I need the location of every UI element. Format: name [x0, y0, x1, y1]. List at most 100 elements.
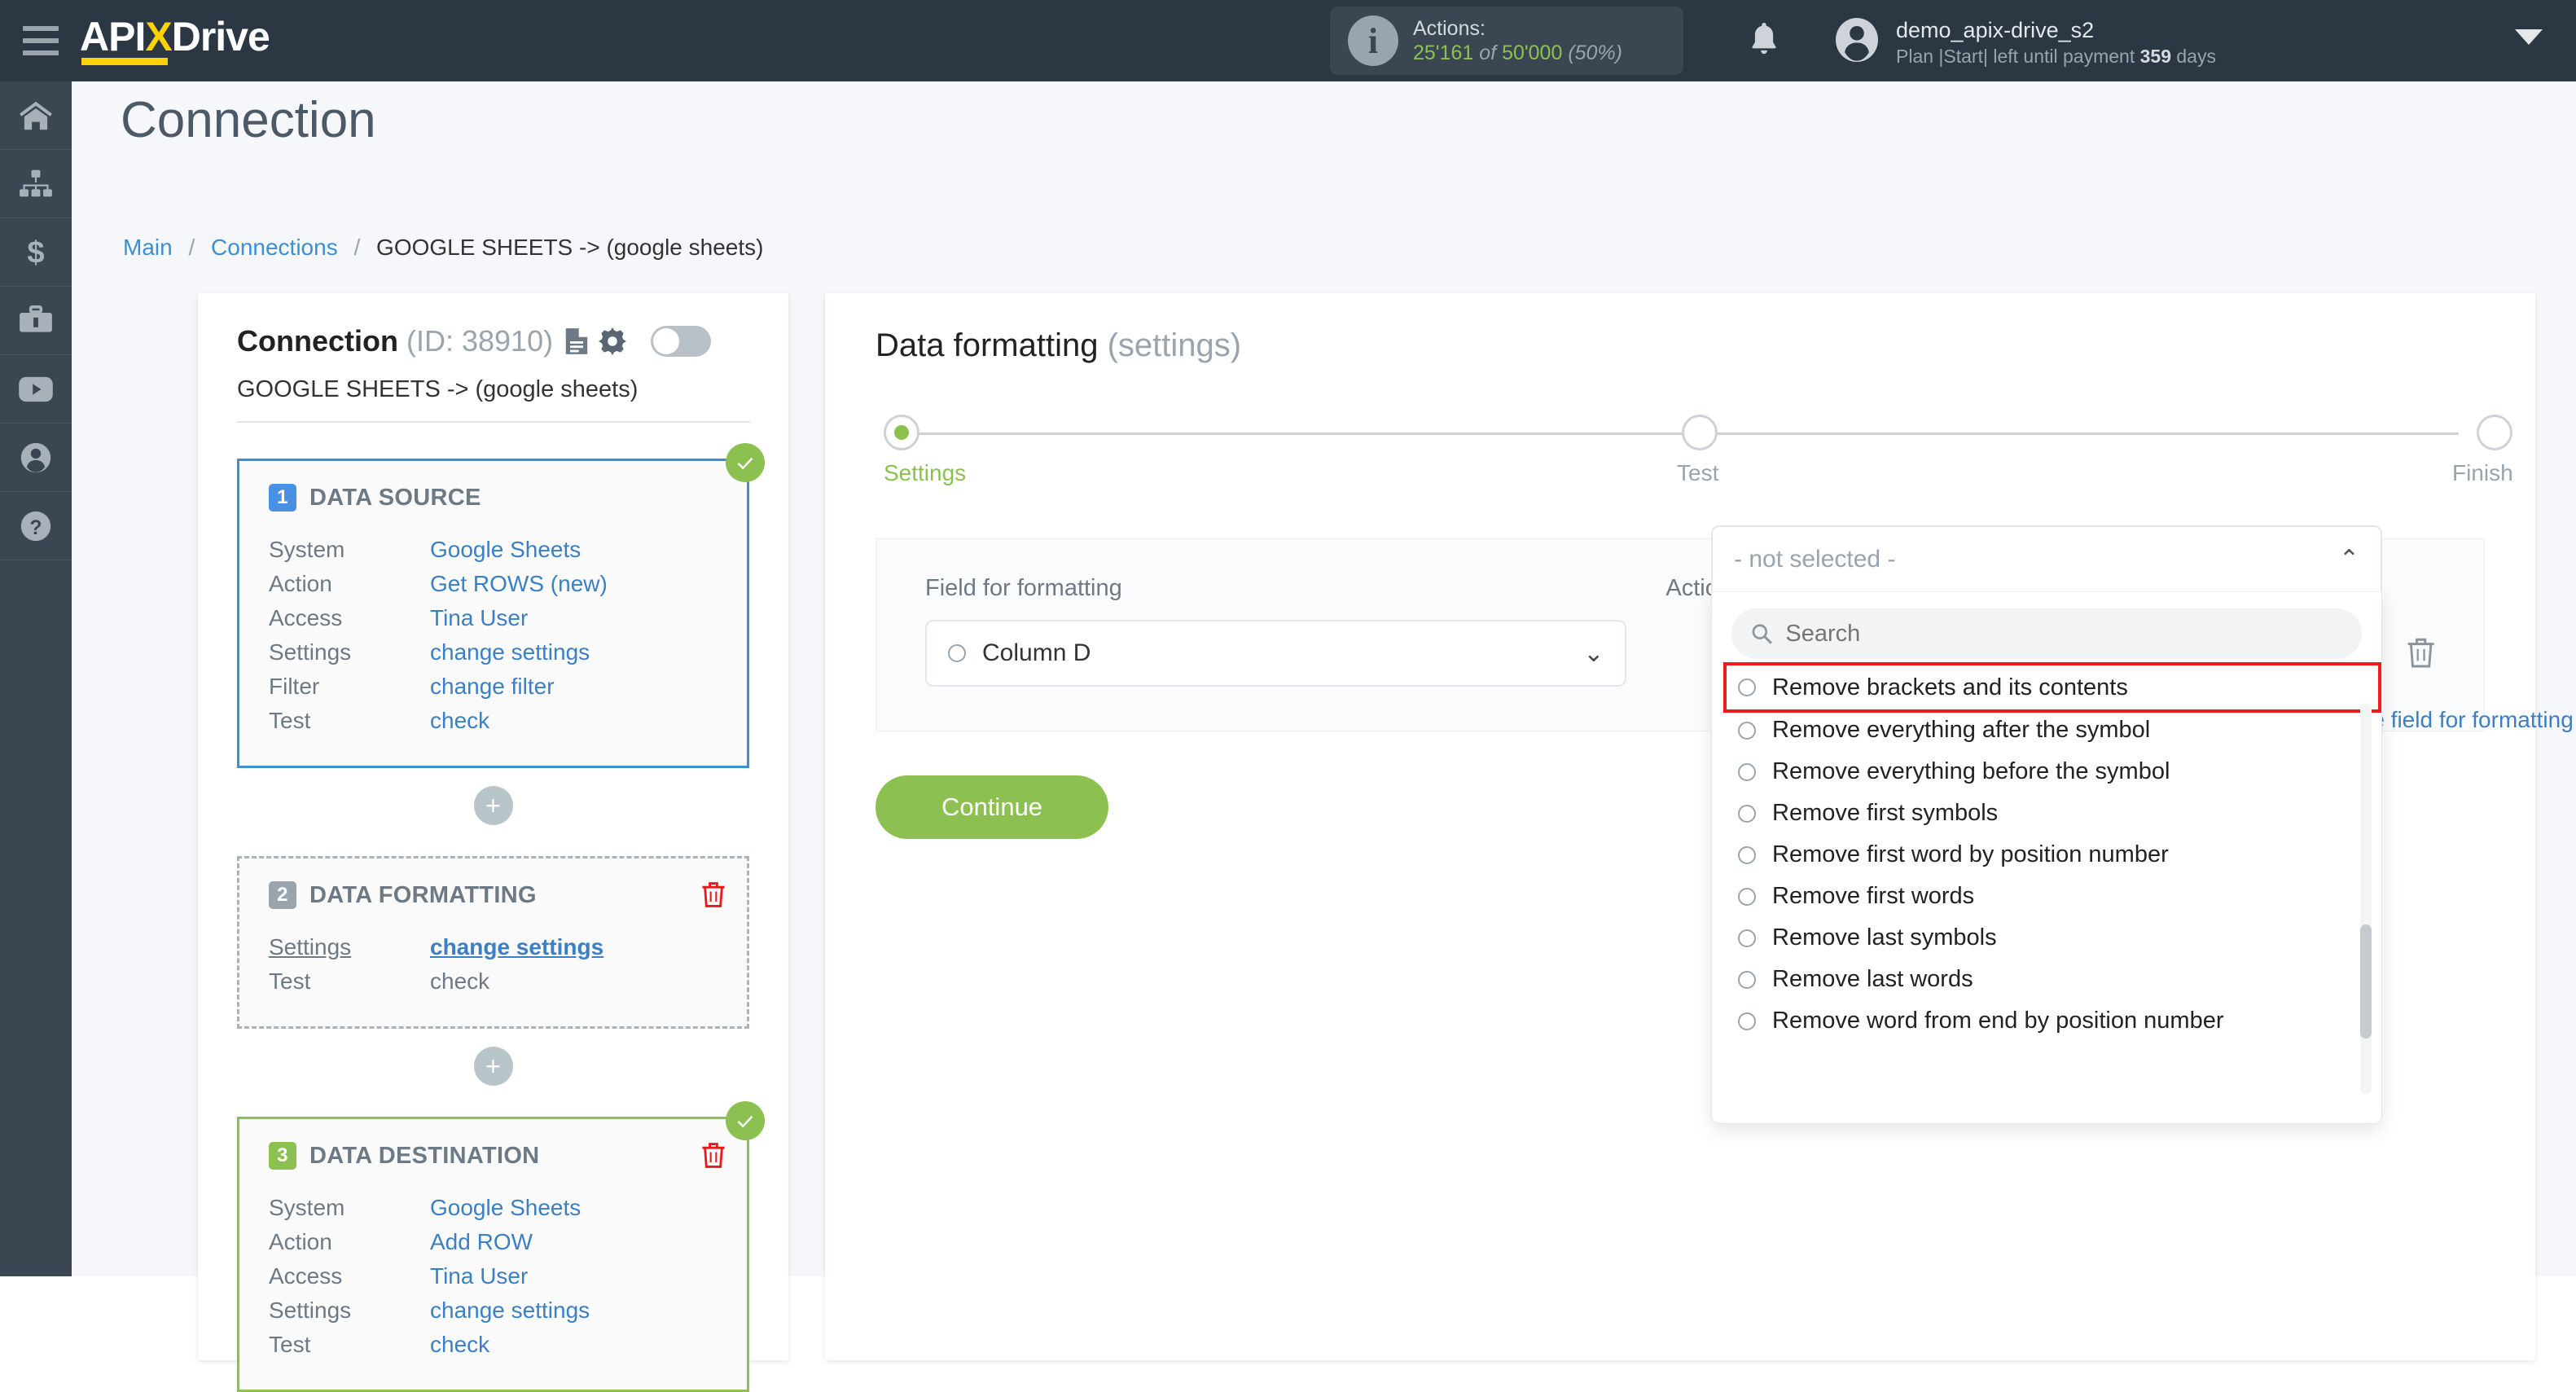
user-avatar-icon[interactable]: [1836, 18, 1878, 62]
row-value[interactable]: change settings: [430, 635, 590, 670]
data-source-heading: DATA SOURCE: [309, 484, 481, 511]
sidebar-item-home[interactable]: [0, 81, 72, 150]
actions-label: Actions:: [1413, 16, 1485, 40]
row-value[interactable]: check: [430, 1328, 489, 1362]
sidebar-item-business[interactable]: [0, 287, 72, 355]
row-key: System: [269, 537, 345, 562]
dropdown-option-label: Remove first symbols: [1772, 800, 1999, 826]
dropdown-option-1[interactable]: Remove everything after the symbol: [1731, 709, 2378, 751]
username-label: demo_apix-drive_s2: [1896, 18, 2095, 42]
dropdown-option-5[interactable]: Remove first words: [1731, 876, 2378, 917]
row-value[interactable]: check: [430, 964, 489, 999]
dropdown-option-6[interactable]: Remove last symbols: [1731, 917, 2378, 959]
row-value[interactable]: change settings: [430, 1293, 590, 1328]
continue-button[interactable]: Continue: [875, 775, 1108, 839]
dropdown-scrollbar-thumb[interactable]: [2360, 924, 2372, 1039]
row-value[interactable]: Get ROWS (new): [430, 567, 608, 601]
table-row: Test check: [269, 1328, 718, 1362]
row-value[interactable]: Google Sheets: [430, 533, 581, 567]
plan-suffix-text: days: [2176, 46, 2216, 68]
sidebar-item-billing[interactable]: $: [0, 218, 72, 287]
logo-api-text: API: [80, 14, 146, 59]
dropdown-search-box[interactable]: [1731, 608, 2362, 659]
data-source-step-number: 1: [269, 484, 296, 512]
radio-icon: [1738, 970, 1756, 989]
data-formatting-step-number: 2: [269, 881, 296, 909]
field-for-formatting-select[interactable]: Column D ⌄: [925, 620, 1627, 687]
actions-of-word: of: [1479, 42, 1497, 64]
data-formatting-block[interactable]: 2 DATA FORMATTING Settings change setting…: [237, 856, 749, 1029]
logo-underline: [81, 58, 168, 65]
sidebar-item-video[interactable]: [0, 355, 72, 424]
dropdown-option-3[interactable]: Remove first symbols: [1731, 793, 2378, 834]
home-icon: [20, 101, 52, 130]
dropdown-scrollbar[interactable]: [2360, 703, 2372, 1094]
action-select-trigger[interactable]: - not selected - ⌃: [1711, 525, 2382, 592]
breadcrumb-connections-link[interactable]: Connections: [211, 235, 338, 260]
add-step-button-2[interactable]: +: [473, 1047, 513, 1086]
help-icon: ?: [20, 511, 51, 541]
dropdown-search-input[interactable]: [1785, 620, 2342, 648]
top-header-bar: APIXDrive i Actions: 25'161 of 50'000 (5…: [0, 0, 2576, 81]
delete-action-row-icon[interactable]: [2407, 635, 2435, 670]
connections-icon: [20, 169, 52, 196]
sidebar-item-connections[interactable]: [0, 150, 72, 218]
data-destination-block[interactable]: 3 DATA DESTINATION System Google Sheets A…: [237, 1101, 765, 1392]
radio-icon: [1738, 721, 1756, 740]
user-account-block[interactable]: demo_apix-drive_s2 Plan |Start| left unt…: [1896, 16, 2216, 69]
table-row: Settings change settings: [269, 635, 718, 670]
radio-icon: [1738, 678, 1756, 696]
step-finish-dot: [2477, 415, 2512, 450]
add-step-button-1[interactable]: +: [473, 786, 513, 825]
left-icon-rail: $ ?: [0, 81, 72, 1276]
info-icon: i: [1348, 15, 1398, 66]
connection-enable-toggle[interactable]: [651, 326, 712, 357]
dropdown-option-0[interactable]: Remove brackets and its contents: [1723, 662, 2381, 713]
actions-used-value: 25'161: [1413, 42, 1474, 64]
delete-destination-icon[interactable]: [701, 1140, 726, 1170]
row-value[interactable]: Tina User: [430, 601, 528, 635]
dropdown-option-2[interactable]: Remove everything before the symbol: [1731, 751, 2378, 793]
row-key: Settings: [269, 1298, 352, 1323]
dropdown-option-8[interactable]: Remove word from end by position number: [1731, 1000, 2378, 1042]
action-select-value: - not selected -: [1734, 545, 1896, 573]
data-destination-heading: DATA DESTINATION: [309, 1142, 540, 1169]
notifications-bell-icon[interactable]: [1749, 21, 1779, 59]
row-key: Settings: [269, 934, 352, 959]
account-chevron-down-icon[interactable]: [2515, 29, 2543, 45]
actions-quota-chip[interactable]: i Actions: 25'161 of 50'000 (50%): [1330, 7, 1683, 75]
radio-icon: [948, 644, 966, 662]
row-value[interactable]: change filter: [430, 670, 555, 704]
apixdrive-logo[interactable]: APIXDrive: [80, 16, 270, 65]
gear-icon[interactable]: [599, 327, 627, 355]
plan-prefix-text: Plan |Start| left until payment: [1896, 46, 2135, 68]
chevron-down-icon: ⌄: [1583, 639, 1604, 667]
document-icon[interactable]: [564, 327, 589, 356]
step-test-dot: [1682, 415, 1718, 450]
radio-icon: [1738, 887, 1756, 906]
sidebar-item-account[interactable]: [0, 424, 72, 492]
step-finish-label: Finish: [2452, 460, 2513, 485]
settings-panel-title: Data formatting (settings): [825, 293, 2535, 364]
data-source-rows: System Google Sheets Action Get ROWS (new)…: [269, 533, 718, 738]
actions-counter: 25'161 of 50'000 (50%): [1413, 41, 1622, 66]
svg-text:$: $: [27, 236, 44, 269]
hamburger-menu-icon[interactable]: [23, 26, 59, 55]
sidebar-item-help[interactable]: ?: [0, 492, 72, 560]
breadcrumb-main-link[interactable]: Main: [123, 235, 173, 260]
row-value[interactable]: Add ROW: [430, 1225, 533, 1259]
delete-formatting-icon[interactable]: [701, 880, 726, 909]
row-key: Test: [269, 968, 311, 994]
dropdown-option-4[interactable]: Remove first word by position number: [1731, 834, 2378, 876]
dropdown-option-7[interactable]: Remove last words: [1731, 959, 2378, 1000]
table-row: Test check: [269, 704, 718, 738]
search-icon: [1752, 624, 1772, 644]
row-key: Action: [269, 571, 332, 596]
data-source-block[interactable]: 1 DATA SOURCE System Google Sheets Action…: [237, 443, 765, 768]
row-value[interactable]: Google Sheets: [430, 1191, 581, 1225]
row-value[interactable]: Tina User: [430, 1259, 528, 1293]
breadcrumb-separator-1: /: [188, 235, 195, 260]
row-value[interactable]: change settings: [430, 930, 603, 964]
row-value[interactable]: check: [430, 704, 489, 738]
page-content-area: Connection Main / Connections / GOOGLE S…: [72, 81, 2576, 1392]
